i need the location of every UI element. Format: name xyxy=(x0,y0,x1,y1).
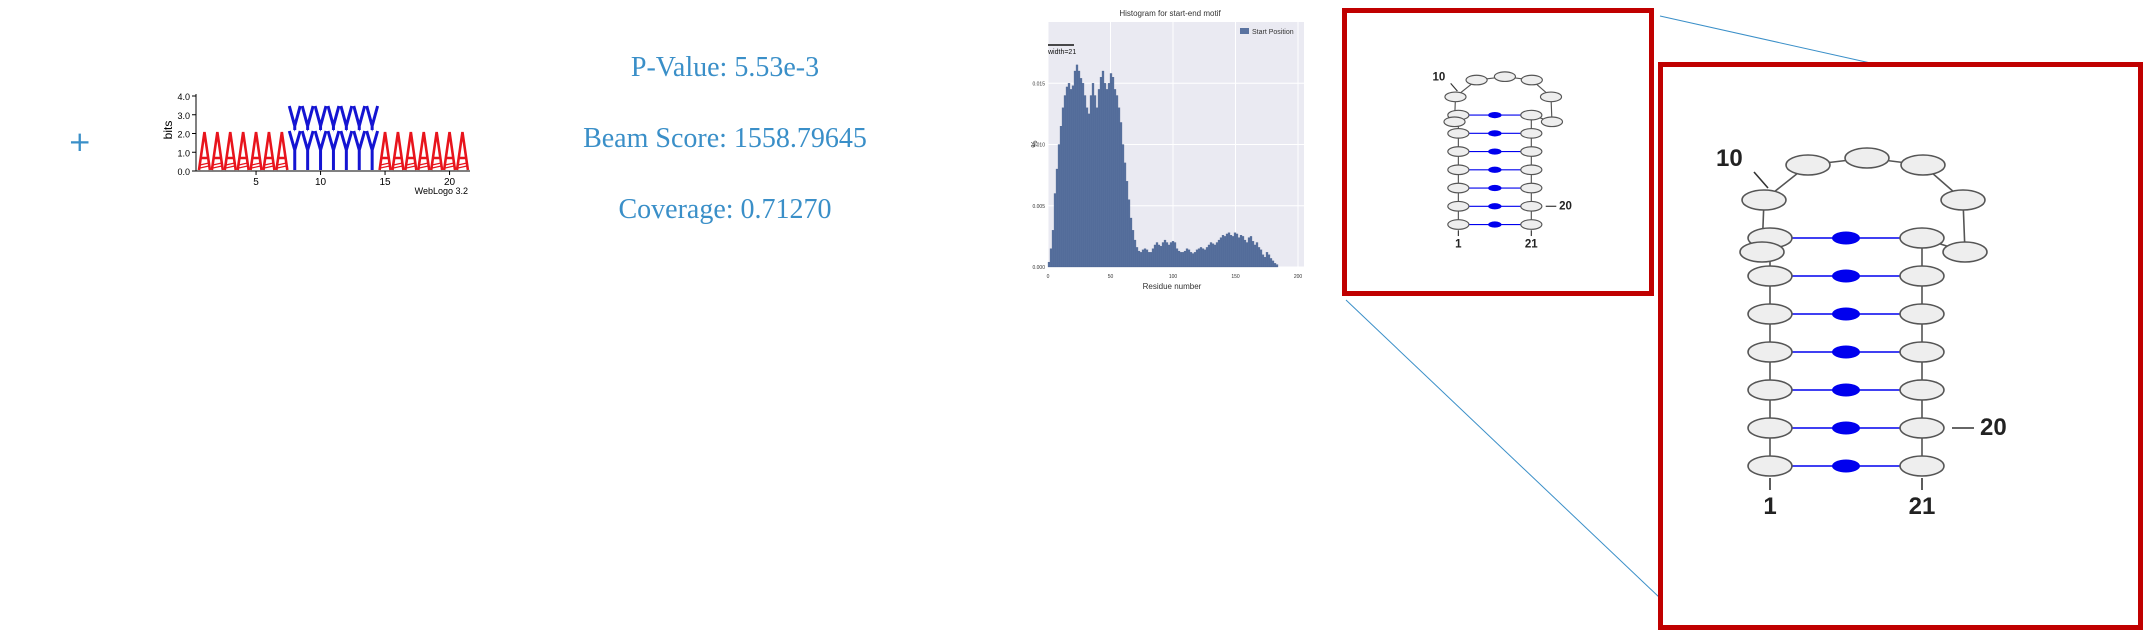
nucleotide-circle xyxy=(1444,91,1467,103)
nucleotide-circle xyxy=(1443,116,1466,128)
nucleotide-circle xyxy=(1844,147,1890,169)
nucleotide-circle xyxy=(1899,417,1945,439)
nucleotide-circle xyxy=(1741,189,1787,211)
nucleotide-circle xyxy=(1747,417,1793,439)
base-pair-dot xyxy=(1832,383,1860,397)
base-pair-dot xyxy=(1488,221,1502,228)
structure-thumbnail-frame[interactable]: 10 20 1 21 xyxy=(1342,8,1654,296)
base-pair-dot xyxy=(1488,166,1502,173)
position-label-1: 1 xyxy=(1455,239,1462,251)
nucleotide-circle xyxy=(1942,241,1988,263)
nucleotide-circle xyxy=(1447,127,1470,139)
nucleotide-circle xyxy=(1899,341,1945,363)
base-pair-dot xyxy=(1488,111,1502,119)
position-label-10: 10 xyxy=(1432,72,1445,84)
base-pair-dot xyxy=(1832,421,1860,435)
base-pair-dot xyxy=(1488,148,1502,155)
nucleotide-circle xyxy=(1747,265,1793,287)
nucleotide-circle xyxy=(1520,74,1543,86)
nucleotide-circle xyxy=(1520,109,1543,121)
nucleotide-circle xyxy=(1520,200,1543,212)
nucleotide-circle xyxy=(1447,182,1470,194)
nucleotide-circle xyxy=(1747,379,1793,401)
nucleotide-circle xyxy=(1747,303,1793,325)
nucleotide-circle xyxy=(1899,455,1945,477)
nucleotide-circle xyxy=(1899,265,1945,287)
nucleotide-circle xyxy=(1447,219,1470,230)
position-label-20: 20 xyxy=(1559,201,1572,213)
structure-zoomed-view: 10 20 1 21 xyxy=(1716,145,2007,520)
base-pair-dot xyxy=(1488,203,1502,210)
base-pair-dot xyxy=(1832,307,1860,321)
connector-line-bottom xyxy=(1345,299,1661,599)
tick-mark-10 xyxy=(1753,171,1769,189)
nucleotide-circle xyxy=(1447,164,1470,176)
nucleotide-circle xyxy=(1899,227,1945,249)
nucleotide-circle xyxy=(1539,91,1563,103)
base-pair-dot xyxy=(1832,231,1860,245)
nucleotide-circle xyxy=(1900,154,1946,176)
nucleotide-circle xyxy=(1520,164,1543,176)
base-pair-dot xyxy=(1832,345,1860,359)
position-label-21: 21 xyxy=(1909,493,1936,520)
position-label-1: 1 xyxy=(1763,493,1776,520)
nucleotide-circle xyxy=(1899,379,1945,401)
tick-mark-10 xyxy=(1450,83,1458,92)
nucleotide-circle xyxy=(1520,182,1543,194)
connector-line-top xyxy=(1659,15,1876,65)
nucleotide-circle xyxy=(1785,154,1831,176)
position-label-20: 20 xyxy=(1980,414,2007,441)
base-pair-dot xyxy=(1488,130,1502,137)
nucleotide-circle xyxy=(1493,71,1517,83)
position-label-21: 21 xyxy=(1525,239,1538,251)
nucleotide-circle xyxy=(1747,455,1793,477)
nucleotide-circle xyxy=(1940,189,1986,211)
nucleotide-circle xyxy=(1520,127,1543,139)
nucleotide-circle xyxy=(1447,200,1470,212)
nucleotide-circle xyxy=(1447,146,1470,157)
nucleotide-circle xyxy=(1520,146,1543,157)
nucleotide-circle xyxy=(1520,219,1543,230)
nucleotide-circle xyxy=(1465,74,1488,86)
nucleotide-circle xyxy=(1739,241,1785,263)
nucleotide-circle xyxy=(1540,116,1564,128)
nucleotide-circle xyxy=(1899,303,1945,325)
nucleotide-circle xyxy=(1747,341,1793,363)
base-pair-dot xyxy=(1488,184,1502,192)
structure-zoom-frame: 10 20 1 21 xyxy=(1658,62,2143,630)
structure-thumbnail: 10 20 1 21 xyxy=(1432,71,1572,251)
position-label-10: 10 xyxy=(1716,145,1743,172)
base-pair-dot xyxy=(1832,269,1860,283)
base-pair-dot xyxy=(1832,459,1860,473)
